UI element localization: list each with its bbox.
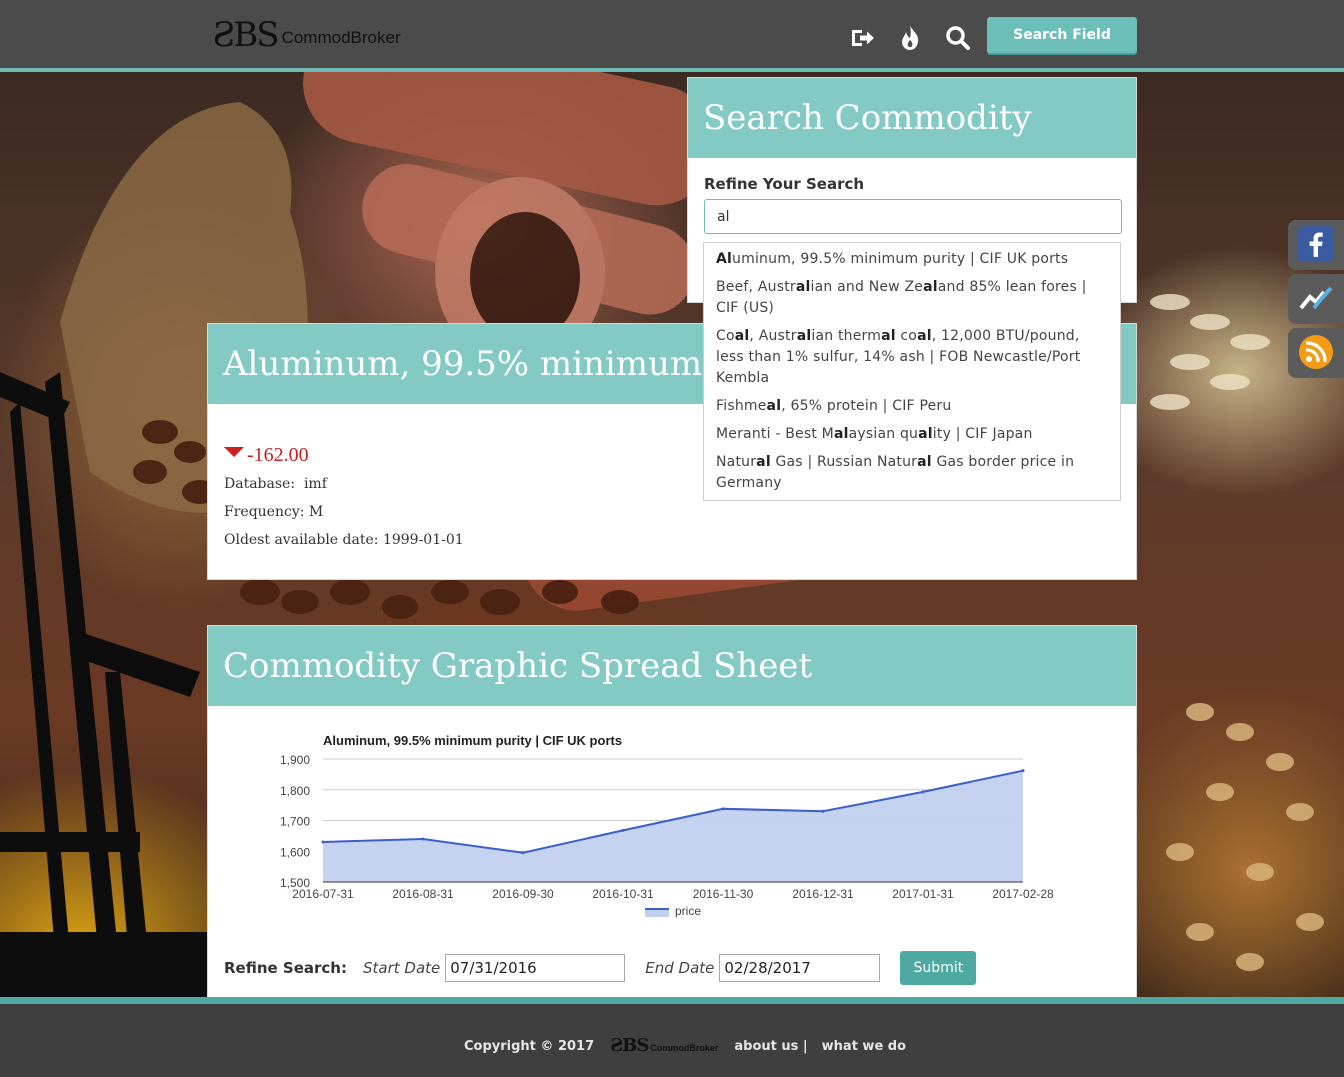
footer-logo[interactable]: ƧBS CommodBroker <box>610 1037 718 1055</box>
search-field-button[interactable]: Search Field <box>987 17 1137 53</box>
price-area <box>323 770 1023 882</box>
suggestion-item[interactable]: Fishmeal, 65% protein | CIF Peru <box>704 393 1120 421</box>
down-arrow-icon <box>224 447 244 457</box>
x-tick-label: 2017-01-31 <box>892 887 954 901</box>
suggestion-item[interactable]: Natural Gas | Russian Natural Gas border… <box>704 449 1120 498</box>
price-chart-svg: Aluminum, 99.5% minimum purity | CIF UK … <box>280 733 1054 918</box>
suggestion-item[interactable]: Beef, Australian and New Zealand 85% lea… <box>704 274 1120 323</box>
price-point <box>721 807 725 811</box>
refine-your-search-label: Refine Your Search <box>704 175 865 193</box>
x-tick-label: 2016-09-30 <box>492 887 554 901</box>
graph-panel-title: Commodity Graphic Spread Sheet <box>208 626 1136 706</box>
price-chart: Aluminum, 99.5% minimum purity | CIF UK … <box>208 706 1138 936</box>
frequency-line: Frequency: M <box>224 498 464 526</box>
facebook-button[interactable] <box>1288 220 1344 270</box>
price-point <box>421 837 425 841</box>
logo-text: CommodBroker <box>281 28 401 47</box>
price-point <box>321 840 325 844</box>
legend-label: price <box>675 904 701 918</box>
x-tick-label: 2016-12-31 <box>792 887 854 901</box>
commodity-details: -162.00 Database: imf Frequency: M Oldes… <box>224 444 464 554</box>
oldest-date-label: Oldest available date: <box>224 532 379 548</box>
commodity-search-input[interactable] <box>704 199 1122 234</box>
footer-logo-text: CommodBroker <box>650 1043 719 1053</box>
footer: Copyright © 2017 ƧBS CommodBroker about … <box>0 997 1344 1077</box>
sign-out-icon[interactable] <box>848 24 876 52</box>
y-tick-label: 1,600 <box>280 845 310 859</box>
start-date-input[interactable] <box>445 954 626 982</box>
refine-search-form: Refine Search: Start Date End Date Submi… <box>224 950 977 986</box>
price-change: -162.00 <box>224 444 464 466</box>
fire-icon[interactable] <box>896 24 924 52</box>
price-point <box>621 828 625 832</box>
frequency-label: Frequency: <box>224 504 305 520</box>
autocomplete-dropdown: Aluminum, 99.5% minimum purity | CIF UK … <box>703 242 1121 501</box>
chart-icon <box>1299 286 1333 310</box>
x-tick-label: 2016-08-31 <box>392 887 454 901</box>
chart-button[interactable] <box>1288 274 1344 324</box>
end-date-label: End Date <box>645 959 715 977</box>
suggestion-item[interactable]: Aluminum, 99.5% minimum purity | CIF UK … <box>704 246 1120 274</box>
legend-swatch <box>645 909 669 917</box>
chart-title: Aluminum, 99.5% minimum purity | CIF UK … <box>323 733 622 748</box>
search-panel-title: Search Commodity <box>688 78 1136 158</box>
footer-row: Copyright © 2017 ƧBS CommodBroker about … <box>464 1037 920 1055</box>
about-us-link[interactable]: about us | <box>734 1039 807 1054</box>
price-change-value: -162.00 <box>247 443 309 466</box>
price-point <box>821 809 825 813</box>
oldest-date-line: Oldest available date: 1999-01-01 <box>224 526 464 554</box>
facebook-icon <box>1298 226 1334 262</box>
price-point <box>921 790 925 794</box>
database-label: Database: <box>224 476 296 492</box>
y-tick-label: 1,800 <box>280 784 310 798</box>
what-we-do-link[interactable]: what we do <box>822 1039 906 1054</box>
y-tick-label: 1,900 <box>280 753 310 767</box>
refine-search-label: Refine Search: <box>224 959 347 977</box>
commodity-graph-card: Commodity Graphic Spread Sheet Aluminum,… <box>207 625 1137 997</box>
search-icon[interactable] <box>944 24 972 52</box>
rss-button[interactable] <box>1288 328 1344 378</box>
suggestion-item[interactable]: Meranti - Best Malaysian quality | CIF J… <box>704 421 1120 449</box>
frequency-value: M <box>308 504 324 520</box>
site-logo[interactable]: ƧBS CommodBroker <box>212 18 401 52</box>
price-point <box>521 851 525 855</box>
suggestion-item[interactable]: Coal, Australian thermal coal, 12,000 BT… <box>704 323 1120 393</box>
y-tick-label: 1,700 <box>280 815 310 829</box>
start-date-label: Start Date <box>362 959 441 977</box>
database-value: imf <box>303 476 327 492</box>
x-tick-label: 2017-02-28 <box>992 887 1054 901</box>
x-tick-label: 2016-11-30 <box>693 887 754 901</box>
top-navbar: ƧBS CommodBroker Search Field <box>0 0 1344 72</box>
price-point <box>1021 769 1025 773</box>
x-tick-label: 2016-07-31 <box>292 887 354 901</box>
oldest-date-value: 1999-01-01 <box>382 532 464 548</box>
submit-button[interactable]: Submit <box>900 951 977 985</box>
footer-logo-mark: ƧBS <box>610 1035 649 1056</box>
logo-mark: ƧBS <box>212 15 280 55</box>
x-tick-label: 2016-10-31 <box>592 887 654 901</box>
end-date-input[interactable] <box>719 954 881 982</box>
database-line: Database: imf <box>224 470 464 498</box>
rss-icon <box>1299 335 1333 369</box>
copyright-text: Copyright © 2017 <box>464 1038 595 1054</box>
